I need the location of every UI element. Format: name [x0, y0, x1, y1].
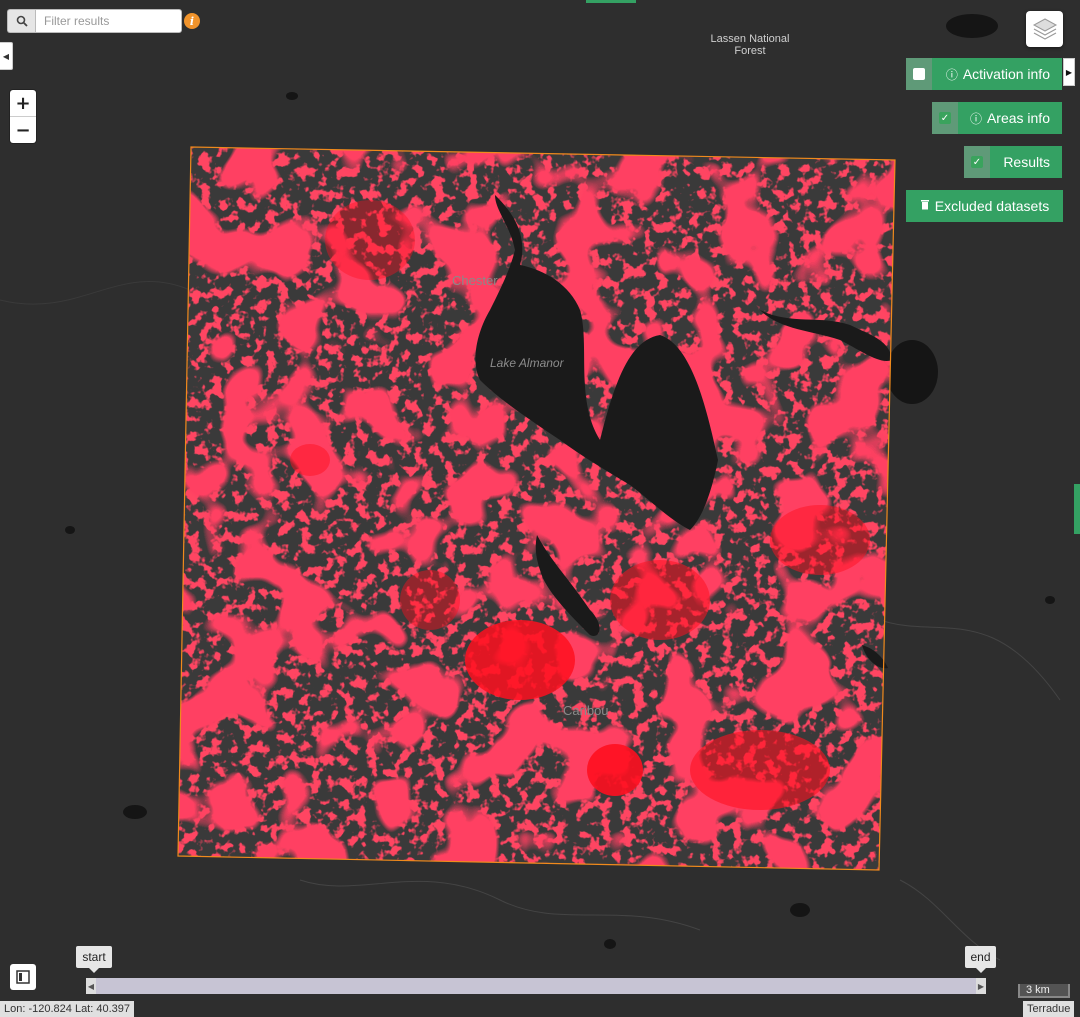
excluded-datasets-button[interactable]: Excluded datasets: [906, 190, 1063, 222]
timeline-right-arrow[interactable]: ▶: [976, 978, 986, 994]
legend-button[interactable]: [10, 964, 36, 990]
search-icon: [16, 15, 28, 27]
excluded-datasets-label: Excluded datasets: [934, 198, 1050, 214]
zoom-in-button[interactable]: +: [10, 90, 36, 117]
results-toggle[interactable]: ✓ Results: [964, 146, 1062, 178]
timeline-left-arrow[interactable]: ◀: [86, 978, 96, 994]
zoom-control: + −: [10, 90, 36, 143]
scale-bar: 3 km: [1018, 984, 1070, 998]
label-chester: Chester: [452, 273, 498, 288]
map-svg: [0, 0, 1080, 1017]
right-panel-toggle[interactable]: ▶: [1063, 58, 1075, 86]
activation-info-label: Activation info: [962, 66, 1050, 82]
results-checkbox[interactable]: ✓: [964, 146, 990, 178]
activation-info-toggle[interactable]: ⓘ Activation info: [906, 58, 1062, 90]
timeline-end-marker[interactable]: end: [965, 946, 996, 973]
layers-button[interactable]: [1026, 11, 1063, 47]
timeline-range-bar[interactable]: [96, 978, 976, 994]
timeline-start-marker[interactable]: start: [76, 946, 112, 973]
label-caribou: Caribou: [563, 703, 609, 718]
search-input[interactable]: [35, 9, 182, 33]
top-handle[interactable]: [586, 0, 636, 3]
activation-info-checkbox[interactable]: [906, 58, 932, 90]
search-button[interactable]: [7, 9, 35, 33]
areas-info-toggle[interactable]: ✓ ⓘ Areas info: [932, 102, 1062, 134]
search-bar: i: [7, 9, 200, 33]
attribution[interactable]: Terradue: [1023, 1001, 1075, 1017]
results-label: Results: [1003, 154, 1050, 170]
trash-icon: [920, 199, 930, 213]
label-lake-almanor: Lake Almanor: [490, 356, 564, 370]
layers-icon: [1032, 18, 1057, 40]
info-icon: ⓘ: [945, 67, 958, 82]
left-panel-toggle[interactable]: ◀: [0, 42, 13, 70]
info-icon[interactable]: i: [184, 13, 200, 29]
results-layer: [178, 147, 895, 870]
legend-icon: [16, 970, 30, 984]
side-handle[interactable]: [1074, 484, 1080, 534]
coordinates-readout: Lon: -120.824 Lat: 40.397: [0, 1001, 134, 1017]
info-icon: ⓘ: [969, 111, 982, 126]
areas-info-checkbox[interactable]: ✓: [932, 102, 958, 134]
map-canvas[interactable]: [0, 0, 1080, 1017]
zoom-out-button[interactable]: −: [10, 117, 36, 143]
areas-info-label: Areas info: [986, 110, 1050, 126]
label-lassen-forest: Lassen National Forest: [710, 33, 790, 57]
